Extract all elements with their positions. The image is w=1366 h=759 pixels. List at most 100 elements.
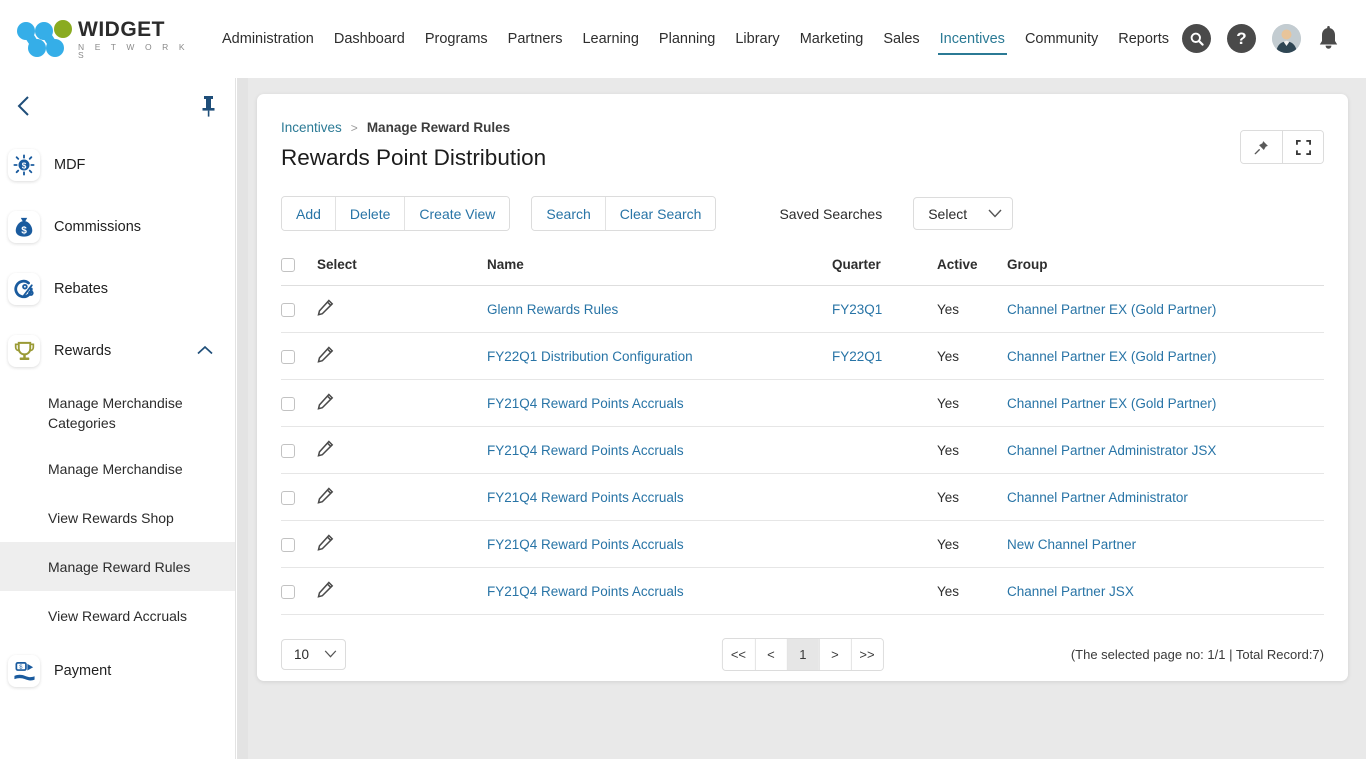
sidebar-header	[0, 78, 235, 134]
quarter-link[interactable]: FY23Q1	[832, 302, 882, 317]
nav-item-library[interactable]: Library	[725, 0, 789, 78]
cell-quarter: FY23Q1	[832, 286, 937, 333]
page-button-prevprev[interactable]: <<	[722, 639, 754, 670]
sidebar-item-label: Payment	[54, 663, 111, 679]
row-checkbox[interactable]	[281, 303, 295, 317]
row-select-cell	[281, 521, 317, 568]
nav-item-incentives[interactable]: Incentives	[930, 0, 1015, 78]
rule-name-link[interactable]: FY21Q4 Reward Points Accruals	[487, 537, 684, 552]
edit-pencil-icon[interactable]	[317, 299, 334, 316]
rule-name-link[interactable]: FY21Q4 Reward Points Accruals	[487, 396, 684, 411]
group-link[interactable]: Channel Partner JSX	[1007, 584, 1134, 599]
group-link[interactable]: Channel Partner Administrator	[1007, 490, 1188, 505]
sidebar-subitem-view-reward-accruals[interactable]: View Reward Accruals	[0, 591, 235, 640]
group-link[interactable]: Channel Partner EX (Gold Partner)	[1007, 349, 1216, 364]
row-checkbox[interactable]	[281, 397, 295, 411]
sidebar-scrollbar[interactable]	[237, 78, 248, 759]
svg-text:$: $	[21, 225, 27, 236]
page-button-1[interactable]: 1	[786, 639, 818, 670]
nav-item-sales[interactable]: Sales	[873, 0, 929, 78]
saved-searches-select[interactable]: Select	[913, 197, 1013, 230]
select-all-checkbox[interactable]	[281, 258, 295, 272]
group-link[interactable]: Channel Partner EX (Gold Partner)	[1007, 302, 1216, 317]
sidebar-subitem-manage-merchandise[interactable]: Manage Merchandise	[0, 444, 235, 493]
edit-pencil-icon[interactable]	[317, 346, 334, 363]
brand-logo[interactable]: WIDGET N E T W O R K S	[16, 18, 196, 60]
cell-group: Channel Partner Administrator JSX	[1007, 427, 1324, 474]
nav-item-programs[interactable]: Programs	[415, 0, 498, 78]
rule-name-link[interactable]: FY21Q4 Reward Points Accruals	[487, 443, 684, 458]
row-checkbox[interactable]	[281, 444, 295, 458]
row-checkbox[interactable]	[281, 538, 295, 552]
cell-active: Yes	[937, 568, 1007, 615]
nav-item-marketing[interactable]: Marketing	[790, 0, 874, 78]
sidebar-subitem-view-rewards-shop[interactable]: View Rewards Shop	[0, 493, 235, 542]
sidebar-item-rewards[interactable]: Rewards	[0, 320, 235, 382]
page-button-prev[interactable]: <	[754, 639, 786, 670]
cell-group: Channel Partner JSX	[1007, 568, 1324, 615]
edit-pencil-icon[interactable]	[317, 487, 334, 504]
row-checkbox[interactable]	[281, 491, 295, 505]
sidebar-subitem-manage-reward-rules[interactable]: Manage Reward Rules	[0, 542, 235, 591]
page-button-nextnext[interactable]: >>	[850, 639, 882, 670]
row-select-cell	[281, 427, 317, 474]
pin-icon[interactable]	[200, 95, 217, 117]
row-checkbox[interactable]	[281, 350, 295, 364]
nav-item-partners[interactable]: Partners	[498, 0, 573, 78]
clear-search-button[interactable]: Clear Search	[605, 197, 716, 230]
content-card: Incentives > Manage Reward Rules Rewards…	[257, 94, 1348, 681]
rule-name-link[interactable]: FY21Q4 Reward Points Accruals	[487, 584, 684, 599]
delete-button[interactable]: Delete	[335, 197, 404, 230]
sidebar-item-payment[interactable]: $ Payment	[0, 640, 235, 702]
search-icon[interactable]	[1182, 24, 1211, 53]
quarter-link[interactable]: FY22Q1	[832, 349, 882, 364]
edit-pencil-icon[interactable]	[317, 534, 334, 551]
breadcrumb-current: Manage Reward Rules	[367, 120, 510, 135]
pin-button[interactable]	[1241, 131, 1282, 163]
sidebar-item-mdf[interactable]: $ MDF	[0, 134, 235, 196]
group-link[interactable]: New Channel Partner	[1007, 537, 1136, 552]
search-button[interactable]: Search	[532, 197, 604, 230]
create-view-button[interactable]: Create View	[404, 197, 509, 230]
table-row: FY21Q4 Reward Points Accruals Yes Channe…	[281, 380, 1324, 427]
nav-item-learning[interactable]: Learning	[572, 0, 648, 78]
row-checkbox[interactable]	[281, 585, 295, 599]
add-button[interactable]: Add	[282, 197, 335, 230]
edit-pencil-icon[interactable]	[317, 440, 334, 457]
page-button-next[interactable]: >	[818, 639, 850, 670]
crud-button-group: AddDeleteCreate View	[281, 196, 510, 231]
nav-item-community[interactable]: Community	[1015, 0, 1108, 78]
rule-name-link[interactable]: FY22Q1 Distribution Configuration	[487, 349, 693, 364]
page-size-select[interactable]: 10	[281, 639, 346, 670]
nav-item-administration[interactable]: Administration	[212, 0, 324, 78]
row-select-cell	[281, 568, 317, 615]
chevron-left-icon[interactable]	[14, 94, 34, 118]
rule-name-link[interactable]: FY21Q4 Reward Points Accruals	[487, 490, 684, 505]
header-select: Select	[317, 257, 487, 286]
header-select-checkbox-cell	[281, 257, 317, 286]
help-icon[interactable]: ?	[1227, 24, 1256, 53]
row-edit-cell	[317, 333, 487, 380]
group-link[interactable]: Channel Partner EX (Gold Partner)	[1007, 396, 1216, 411]
row-select-cell	[281, 286, 317, 333]
notification-bell-icon[interactable]	[1317, 26, 1340, 51]
sidebar-item-rebates[interactable]: Rebates	[0, 258, 235, 320]
edit-pencil-icon[interactable]	[317, 393, 334, 410]
page-size-value: 10	[294, 647, 309, 662]
chevron-up-icon[interactable]	[197, 342, 213, 360]
trophy-icon	[8, 335, 40, 367]
rule-name-link[interactable]: Glenn Rewards Rules	[487, 302, 618, 317]
breadcrumb-parent-link[interactable]: Incentives	[281, 120, 342, 135]
nav-item-dashboard[interactable]: Dashboard	[324, 0, 415, 78]
brand-subtitle: N E T W O R K S	[78, 43, 196, 60]
avatar[interactable]	[1272, 24, 1301, 53]
sidebar-subitem-manage-merchandise-categories[interactable]: Manage Merchandise Categories	[0, 382, 235, 444]
expand-button[interactable]	[1282, 131, 1323, 163]
edit-pencil-icon[interactable]	[317, 581, 334, 598]
breadcrumb-separator-icon: >	[351, 121, 358, 135]
group-link[interactable]: Channel Partner Administrator JSX	[1007, 443, 1216, 458]
sidebar-item-label: Commissions	[54, 219, 141, 235]
nav-item-reports[interactable]: Reports	[1108, 0, 1179, 78]
sidebar-item-commissions[interactable]: $ Commissions	[0, 196, 235, 258]
nav-item-planning[interactable]: Planning	[649, 0, 725, 78]
